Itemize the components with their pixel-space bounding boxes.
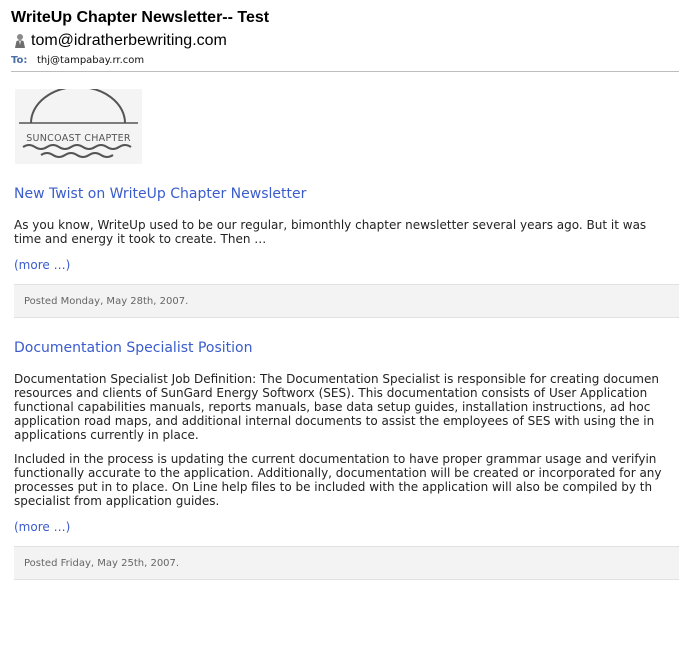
email-subject: WriteUp Chapter Newsletter-- Test	[11, 9, 270, 26]
excerpt-line: resources and clients of SunGard Energy …	[14, 386, 648, 400]
read-more-link[interactable]: (more …)	[14, 520, 679, 534]
excerpt-line: applications currently in place.	[14, 428, 199, 442]
excerpt-line: functional capabilities manuals, reports…	[14, 400, 651, 414]
post-title-link[interactable]: Documentation Specialist Position	[14, 339, 679, 357]
email-header: WriteUp Chapter Newsletter-- Test tom@id…	[11, 8, 679, 68]
read-more-link[interactable]: (more …)	[14, 258, 679, 272]
posted-date-bar: Posted Friday, May 25th, 2007.	[14, 546, 679, 580]
post-paragraph: Documentation Specialist Job Definition:…	[14, 372, 679, 442]
from-row: tom@idratherbewriting.com	[11, 31, 679, 51]
excerpt-line: Documentation Specialist Job Definition:…	[14, 372, 659, 386]
excerpt-line: As you know, WriteUp used to be our regu…	[14, 218, 647, 232]
person-icon	[15, 34, 25, 48]
excerpt-line: specialist from application guides.	[14, 494, 220, 508]
sender-address[interactable]: tom@idratherbewriting.com	[31, 32, 227, 50]
recipient-address[interactable]: thj@tampabay.rr.com	[37, 55, 144, 66]
to-label: To:	[11, 54, 28, 66]
header-divider	[11, 71, 679, 72]
post-item: Documentation Specialist Position Documen…	[14, 339, 679, 580]
post-paragraph: As you know, WriteUp used to be our regu…	[14, 218, 679, 246]
post-title-link[interactable]: New Twist on WriteUp Chapter Newsletter	[14, 185, 679, 203]
excerpt-line: Included in the process is updating the …	[14, 452, 657, 466]
excerpt-line: time and energy it took to create. Then …	[14, 232, 267, 246]
newsletter-body: SUNCOAST CHAPTER New Twist on WriteUp Ch…	[14, 89, 679, 580]
excerpt-line: functionally accurate to the application…	[14, 466, 662, 480]
suncoast-chapter-logo: SUNCOAST CHAPTER	[15, 89, 142, 164]
svg-text:SUNCOAST CHAPTER: SUNCOAST CHAPTER	[26, 133, 131, 144]
posted-date-bar: Posted Monday, May 28th, 2007.	[14, 284, 679, 318]
post-paragraph: Included in the process is updating the …	[14, 452, 679, 508]
post-item: New Twist on WriteUp Chapter Newsletter A…	[14, 185, 679, 318]
excerpt-line: application road maps, and additional in…	[14, 414, 655, 428]
to-row: To: thj@tampabay.rr.com	[11, 52, 679, 68]
post-list: New Twist on WriteUp Chapter Newsletter A…	[14, 185, 679, 580]
excerpt-line: processes put in to place. On Line help …	[14, 480, 653, 494]
